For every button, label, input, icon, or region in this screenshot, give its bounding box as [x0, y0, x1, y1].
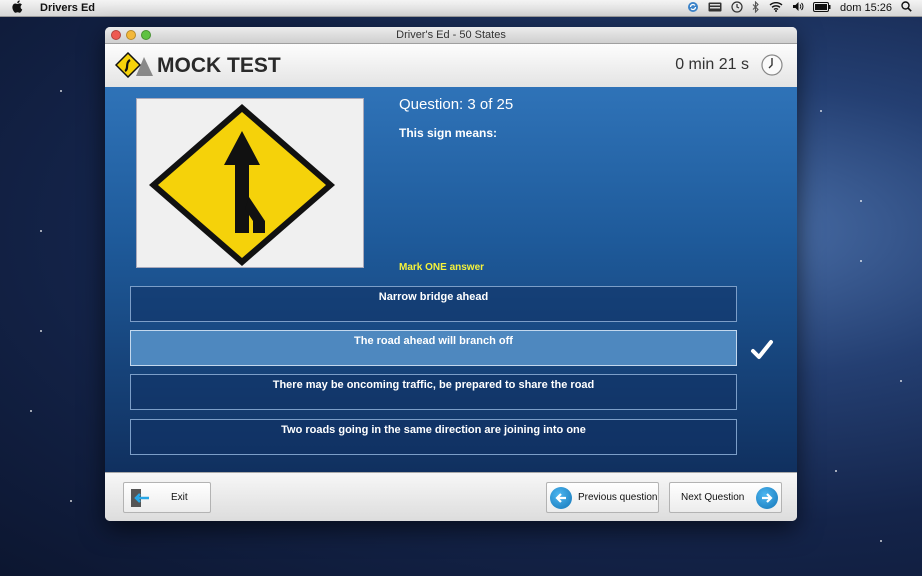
status-menus: dom 15:26: [687, 0, 912, 16]
spotlight-icon[interactable]: [901, 1, 912, 15]
app-header: MOCK TEST 0 min 21 s: [105, 44, 797, 88]
zoom-window-button[interactable]: [141, 30, 151, 40]
close-window-button[interactable]: [111, 30, 121, 40]
app-menu-name[interactable]: Drivers Ed: [40, 2, 95, 14]
window-controls: [111, 30, 151, 40]
question-number: Question: 3 of 25: [399, 96, 514, 113]
answer-label: Two roads going in the same direction ar…: [281, 424, 586, 436]
apple-icon[interactable]: [12, 0, 24, 16]
battery-icon[interactable]: [813, 1, 831, 15]
question-text: This sign means:: [399, 126, 498, 140]
previous-question-button[interactable]: Previous question: [546, 482, 659, 513]
exit-label: Exit: [171, 492, 188, 503]
app-logo-icon: [115, 52, 153, 78]
answer-option-2[interactable]: The road ahead will branch off: [130, 330, 737, 366]
answer-option-3[interactable]: There may be oncoming traffic, be prepar…: [130, 374, 737, 410]
bluetooth-icon[interactable]: [752, 0, 760, 16]
answer-label: The road ahead will branch off: [354, 335, 513, 347]
sign-image: [136, 98, 364, 268]
sync-icon[interactable]: [687, 1, 699, 16]
footer-bar: Exit Previous question Next Question: [105, 472, 797, 521]
answer-option-4[interactable]: Two roads going in the same direction ar…: [130, 419, 737, 455]
app-window: Driver's Ed - 50 States MOCK TEST 0 min …: [105, 27, 797, 521]
exit-button[interactable]: Exit: [123, 482, 211, 513]
window-title: Driver's Ed - 50 States: [396, 29, 506, 41]
checkmark-icon: [751, 340, 773, 359]
merging-traffic-sign-icon: [149, 104, 335, 266]
clock-icon: [761, 54, 783, 76]
question-panel: Question: 3 of 25 This sign means: Mark …: [105, 87, 797, 472]
page-title: MOCK TEST: [157, 54, 281, 77]
answer-option-1[interactable]: Narrow bridge ahead: [130, 286, 737, 322]
wifi-icon[interactable]: [769, 1, 783, 15]
keyboard-icon[interactable]: [708, 2, 722, 15]
exit-icon: [131, 488, 149, 507]
next-question-button[interactable]: Next Question: [669, 482, 782, 513]
volume-icon[interactable]: [792, 1, 804, 15]
elapsed-timer: 0 min 21 s: [675, 56, 749, 73]
answer-label: Narrow bridge ahead: [378, 291, 489, 303]
menu-bar: Drivers Ed dom 15:26: [0, 0, 922, 17]
arrow-left-icon: [550, 486, 572, 509]
previous-question-label: Previous question: [578, 492, 658, 503]
timemachine-icon[interactable]: [731, 0, 743, 16]
answer-label: There may be oncoming traffic, be prepar…: [272, 379, 595, 391]
menubar-clock[interactable]: dom 15:26: [840, 2, 892, 14]
window-titlebar[interactable]: Driver's Ed - 50 States: [105, 27, 797, 44]
next-question-label: Next Question: [681, 492, 745, 503]
arrow-right-icon: [756, 486, 778, 509]
minimize-window-button[interactable]: [126, 30, 136, 40]
answer-instruction: Mark ONE answer: [399, 262, 485, 273]
